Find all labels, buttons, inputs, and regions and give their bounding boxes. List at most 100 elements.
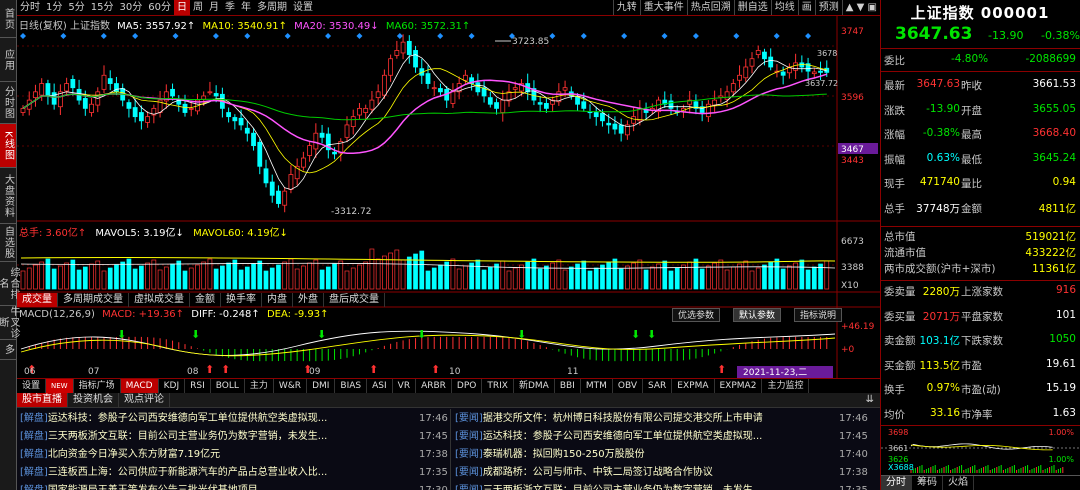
period-tab-5[interactable]: 60分 [145,0,174,15]
left-tab-0[interactable]: 首页 [0,0,16,38]
indicator-tab-19[interactable]: OBV [613,379,643,393]
indicator-tab-16[interactable]: 新DMA [514,379,555,393]
news-item[interactable]: [要闻]运达科技：参股子公司西安维德向军工单位提供航空类虚拟现... [455,428,830,446]
volume-tab-7[interactable]: 盘后成交量 [324,293,385,307]
tool-button-4[interactable]: 均线 [770,0,798,15]
indicator-tab-1[interactable]: NEW [46,379,74,393]
news-item[interactable]: [解盘]国家能源局王善玉等发布公告三批光伏基地项目 [20,482,415,490]
news-item[interactable]: [要闻]成都路桥：公司与师市、中铁二局签订战略合作协议 [455,464,830,482]
period-tab-9[interactable]: 季 [222,0,238,15]
quote-value: 37748万 [916,202,960,215]
period-tab-11[interactable]: 多周期 [254,0,290,15]
news-item[interactable]: [要闻]泰瑞机器：拟回购150-250万股股份 [455,446,830,464]
period-tab-10[interactable]: 年 [238,0,254,15]
left-tab-3[interactable]: K线图 [0,124,16,168]
macd-axis-label: +46.19 [841,322,875,332]
indicator-tab-7[interactable]: 主力 [245,379,274,393]
volume-bar [182,270,188,290]
period-tab-1[interactable]: 1分 [43,0,65,15]
left-tab-8[interactable]: 多 [0,340,16,360]
macd-param-button-1[interactable]: 默认参数 [733,308,782,322]
quote-bottom-tab-2[interactable]: 火焰 [943,476,974,490]
left-tab-1[interactable]: 应用 [0,38,16,82]
tool-button-1[interactable]: 重大事件 [639,0,687,15]
tool-button-5[interactable]: 画 [797,0,815,15]
indicator-tab-17[interactable]: BBI [555,379,581,393]
period-tab-12[interactable]: 设置 [290,0,316,15]
period-tab-6[interactable]: 日 [173,0,190,15]
volume-bar [463,265,468,290]
volume-bar [313,259,319,290]
tool-button-3[interactable]: 删自选 [733,0,771,15]
kline-title: 日线(复权) 上证指数 [19,21,110,32]
volume-tab-1[interactable]: 多周期成交量 [58,293,129,307]
news-item[interactable]: [解盘]北向资金今日净买入东方财富7.19亿元 [20,446,415,464]
tool-button-0[interactable]: 九转 [612,0,640,15]
news-tab-2[interactable]: 观点评论 [119,393,170,407]
volume-tab-3[interactable]: 金额 [190,293,221,307]
nav-arrows[interactable]: ▲ ▼ ▣ [841,0,880,15]
price-axis-label: 3467 [841,145,864,155]
indicator-tab-20[interactable]: SAR [643,379,673,393]
news-tab-0[interactable]: 股市直播 [17,393,68,407]
left-tab-2[interactable]: 分时图 [0,82,16,124]
volume-bar [263,270,269,290]
window-icon[interactable]: ▣ [868,2,877,13]
news-item[interactable]: [解盘]三连板西上海：公司供应于新能源汽车的产品占总营业收入比... [20,464,415,482]
indicator-tab-10[interactable]: BIAS [335,379,368,393]
download-icon[interactable]: ⇊ [866,394,874,405]
volume-bar [674,267,680,290]
indicator-tab-5[interactable]: RSI [185,379,211,393]
indicator-tab-13[interactable]: ARBR [416,379,452,393]
news-item[interactable]: [要闻]三天两板浙文互联：目前公司主营业务仍为数字营销，未发生... [455,482,830,490]
indicator-tab-8[interactable]: W&R [274,379,308,393]
kline-chart-svg[interactable]: 3723.85 -3312.72 3678 3637.72 3747 3596 346734… [17,16,880,378]
indicator-tab-14[interactable]: DPO [452,379,483,393]
volume-tab-6[interactable]: 外盘 [293,293,324,307]
indicator-tab-11[interactable]: ASI [367,379,393,393]
volume-tab-2[interactable]: 虚拟成交量 [129,293,190,307]
arrow-up-icon[interactable]: ▲ [846,2,854,13]
left-tab-4[interactable]: 大盘资料 [0,168,16,224]
indicator-tab-2[interactable]: 指标广场 [74,379,121,393]
quote-bottom-tab-0[interactable]: 分时 [881,476,912,490]
macd-param-button-2[interactable]: 指标说明 [794,308,843,322]
news-time: 17:38 [839,467,868,478]
period-tab-8[interactable]: 月 [206,0,222,15]
left-tab-5[interactable]: 自选股 [0,224,16,262]
indicator-tab-9[interactable]: DMI [307,379,336,393]
news-item[interactable]: [要闻]据港交所文件：杭州博日科技股份有限公司提交港交所上市申请 [455,410,830,428]
tool-button-6[interactable]: 预测 [814,0,842,15]
indicator-tab-3[interactable]: MACD [120,379,159,393]
indicator-tab-12[interactable]: VR [393,379,417,393]
volume-bar [319,269,325,290]
volume-bar [58,265,63,290]
volume-tab-0[interactable]: 成交量 [17,293,58,307]
period-tab-4[interactable]: 30分 [116,0,145,15]
news-item[interactable]: [解盘]三天两板浙文互联：目前公司主营业务仍为数字营销，未发生... [20,428,415,446]
period-tab-3[interactable]: 15分 [88,0,117,15]
news-tab-1[interactable]: 投资机会 [68,393,119,407]
news-item[interactable]: [解盘]运达科技：参股子公司西安维德向军工单位提供航空类虚拟现... [20,410,415,428]
left-tab-7[interactable]: 牛叉诊断 [0,306,19,340]
volume-bar [743,260,749,290]
period-tab-0[interactable]: 分时 [17,0,43,15]
left-tab-6[interactable]: 综合排名 [0,262,19,306]
indicator-tab-21[interactable]: EXPMA [672,379,715,393]
arrow-down-icon[interactable]: ▼ [857,2,865,13]
period-tab-2[interactable]: 5分 [65,0,87,15]
indicator-tab-23[interactable]: 主力监控 [762,379,810,393]
indicator-tab-4[interactable]: KDJ [159,379,186,393]
macd-param-button-0[interactable]: 优选参数 [672,308,721,322]
volume-tab-5[interactable]: 内盘 [262,293,293,307]
indicator-tab-0[interactable]: 设置 [17,379,47,393]
volume-tab-4[interactable]: 换手率 [221,293,262,307]
quote-bottom-tab-1[interactable]: 筹码 [912,476,943,490]
indicator-tab-15[interactable]: TRIX [482,379,514,393]
indicator-tab-6[interactable]: BOLL [211,379,245,393]
indicator-tab-18[interactable]: MTM [581,379,613,393]
period-tab-7[interactable]: 周 [190,0,206,15]
tool-button-2[interactable]: 热点回溯 [686,0,734,15]
indicator-tab-22[interactable]: EXPMA2 [715,379,763,393]
volume-bar [780,268,786,290]
